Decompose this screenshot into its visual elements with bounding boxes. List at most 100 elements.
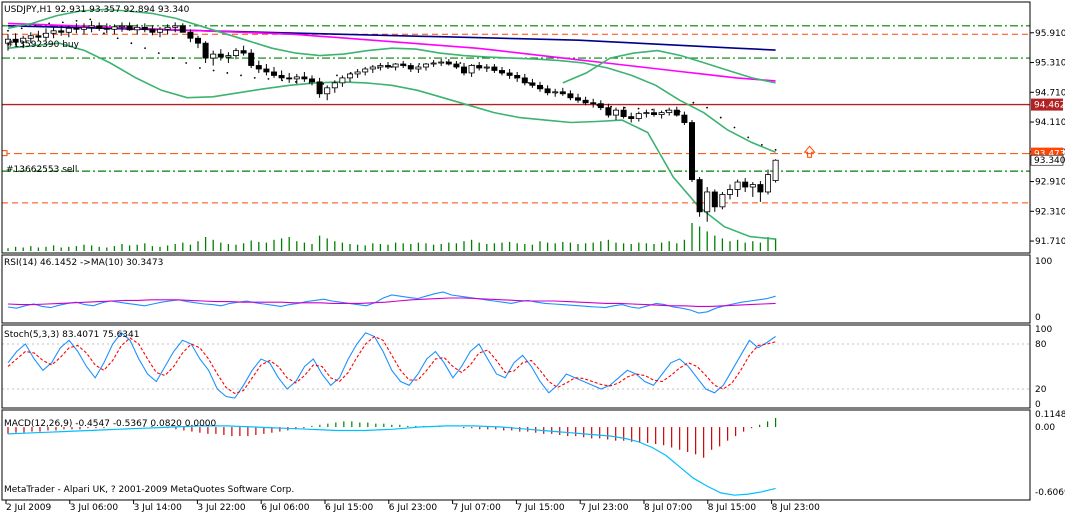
band-lower-line [7, 42, 776, 240]
candle[interactable] [430, 60, 437, 67]
candle[interactable] [727, 184, 734, 200]
candle-body [673, 109, 680, 116]
candle[interactable] [765, 169, 772, 195]
candle[interactable] [544, 85, 551, 96]
candle[interactable] [628, 112, 635, 123]
candle[interactable] [415, 65, 422, 73]
candle[interactable] [681, 111, 688, 126]
candle[interactable] [202, 41, 209, 64]
candle[interactable] [673, 106, 680, 117]
candle[interactable] [407, 63, 414, 72]
x-tick-label: 8 Jul 07:00 [644, 503, 693, 513]
candle[interactable] [643, 109, 650, 118]
candle[interactable] [81, 23, 88, 35]
candle[interactable] [50, 27, 57, 39]
candle[interactable] [704, 187, 711, 222]
candle[interactable] [263, 64, 270, 76]
candle[interactable] [757, 181, 764, 202]
candle[interactable] [126, 22, 133, 31]
candle[interactable] [460, 63, 467, 76]
candle[interactable] [369, 65, 376, 73]
candle[interactable] [384, 62, 391, 69]
candle[interactable] [537, 81, 544, 92]
candle[interactable] [346, 72, 353, 82]
candle[interactable] [689, 120, 696, 183]
candle[interactable] [293, 73, 300, 84]
price-pane[interactable]: 95.91095.31094.71094.11093.51092.91092.3… [1, 8, 1065, 252]
candle[interactable] [88, 20, 95, 33]
candle[interactable] [316, 77, 323, 98]
candle[interactable] [438, 59, 445, 67]
macd-tick-label: 0.1148 [1035, 410, 1065, 420]
candle[interactable] [339, 75, 346, 87]
candle[interactable] [734, 179, 741, 197]
candle-body [308, 78, 315, 83]
candle[interactable] [96, 22, 103, 31]
candle[interactable] [742, 178, 749, 192]
candle[interactable] [377, 63, 384, 71]
candle[interactable] [43, 28, 50, 41]
candle[interactable] [248, 49, 255, 68]
candle[interactable] [620, 106, 627, 119]
candle[interactable] [605, 103, 612, 118]
candle[interactable] [575, 93, 582, 103]
candle[interactable] [453, 61, 460, 69]
candle[interactable] [400, 61, 407, 68]
order-label-sell: #13662553 sell [6, 165, 77, 175]
rsi-pane[interactable]: 100 0 [7, 257, 1052, 323]
candle[interactable] [286, 72, 293, 83]
candle[interactable] [521, 73, 528, 86]
candle[interactable] [476, 62, 483, 71]
candle[interactable] [498, 66, 505, 76]
candle[interactable] [491, 64, 498, 73]
candle[interactable] [232, 48, 239, 60]
candle[interactable] [529, 78, 536, 88]
candle[interactable] [559, 87, 566, 96]
candle[interactable] [468, 64, 475, 77]
candle[interactable] [194, 35, 201, 49]
candle[interactable] [217, 49, 224, 61]
candle[interactable] [749, 182, 756, 197]
candle[interactable] [514, 71, 521, 82]
candle[interactable] [567, 90, 574, 101]
x-tick-label: 6 Jul 15:00 [325, 503, 374, 513]
candle[interactable] [590, 98, 597, 108]
candle[interactable] [392, 63, 399, 71]
candle[interactable] [483, 64, 490, 72]
mt4-chart-window[interactable]: 95.91095.31094.71094.11093.51092.91092.3… [0, 0, 1065, 514]
candle[interactable] [711, 189, 718, 212]
candle-body [255, 65, 262, 70]
candle[interactable] [597, 100, 604, 111]
candle[interactable] [240, 45, 247, 56]
psar-dot [7, 29, 9, 32]
candle[interactable] [362, 66, 369, 76]
candle[interactable] [270, 66, 277, 78]
candle[interactable] [719, 191, 726, 210]
order-handle-icon[interactable] [1, 150, 8, 157]
candle[interactable] [354, 68, 361, 78]
candle[interactable] [324, 85, 331, 101]
candle[interactable] [141, 23, 148, 33]
candle[interactable] [635, 111, 642, 122]
candle[interactable] [658, 110, 665, 119]
candle[interactable] [552, 88, 559, 97]
candle[interactable] [73, 23, 80, 34]
candle[interactable] [301, 71, 308, 82]
candle[interactable] [772, 159, 779, 183]
candle[interactable] [422, 63, 429, 71]
candle[interactable] [103, 23, 110, 34]
candle[interactable] [210, 50, 217, 66]
candle-body [643, 112, 650, 115]
candle[interactable] [119, 22, 126, 32]
candle[interactable] [255, 60, 262, 73]
candle[interactable] [696, 177, 703, 217]
candle[interactable] [613, 107, 620, 121]
candle[interactable] [445, 59, 452, 66]
candle[interactable] [278, 70, 285, 81]
candle[interactable] [666, 107, 673, 116]
rsi-line [7, 291, 776, 314]
candle[interactable] [506, 68, 513, 79]
candle[interactable] [179, 23, 186, 33]
candle-body [248, 52, 255, 66]
stoch-pane[interactable]: 100 80 20 0 [2, 325, 1052, 410]
